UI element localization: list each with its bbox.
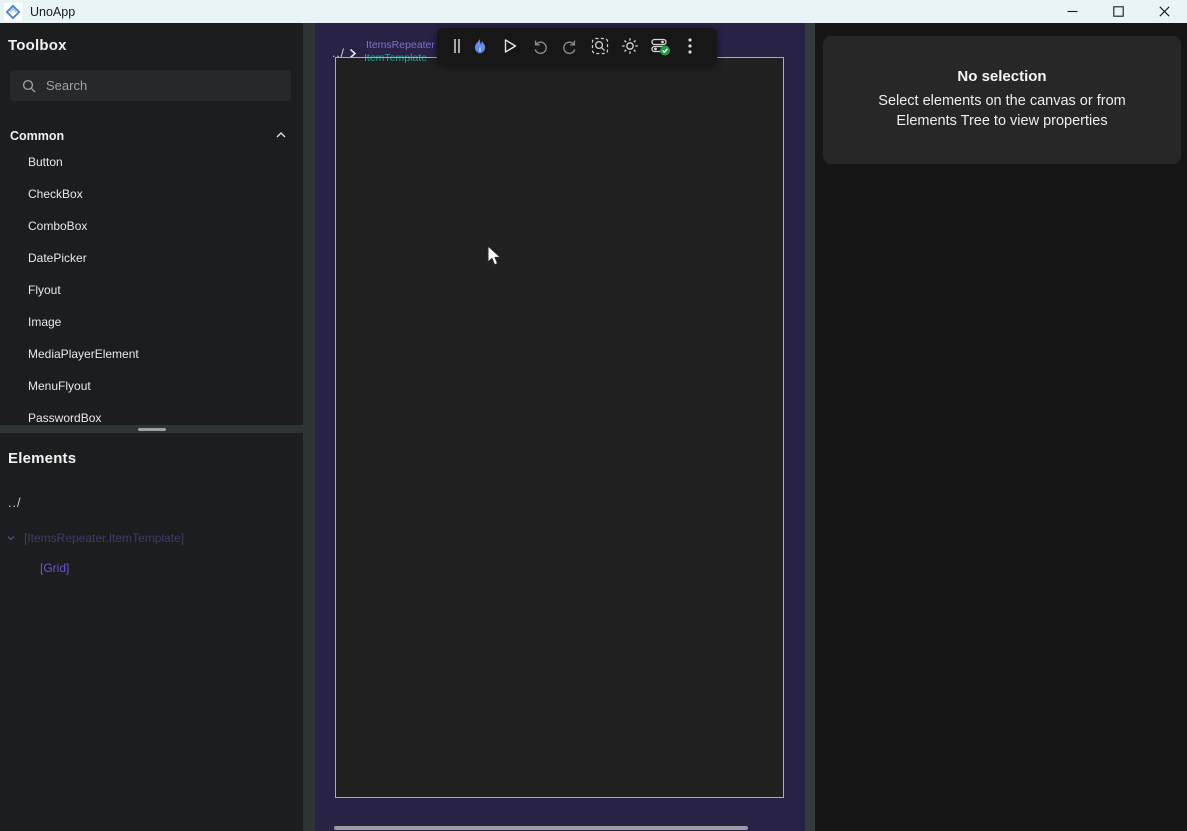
play-button[interactable] [495,28,525,64]
chevron-right-icon [348,48,357,59]
elements-tree-grid[interactable]: [Grid] [40,561,69,575]
toolbar-drag-handle-icon[interactable] [449,28,465,64]
properties-panel: No selection Select elements on the canv… [815,23,1187,831]
toolbox-item-combobox[interactable]: ComboBox [0,210,303,242]
up-level-label: ../ [332,46,345,60]
toolbox-item-image[interactable]: Image [0,306,303,338]
canvas-up-level[interactable]: ../ [332,46,357,60]
chevron-up-icon[interactable] [275,129,287,141]
canvas-horizontal-scrollbar[interactable] [334,826,748,830]
search-icon [22,79,36,93]
section-label: Common [10,129,64,143]
no-selection-message: Select elements on the canvas or from El… [868,91,1136,132]
minimize-button[interactable] [1049,0,1095,23]
toolbox-item-button[interactable]: Button [0,146,303,178]
tree-item-label: [ItemsRepeater.ItemTemplate] [24,531,184,545]
toolbox-item-list: Button CheckBox ComboBox DatePicker Flyo… [0,146,303,434]
settings-applied-icon[interactable] [645,28,675,64]
toolbox-item-flyout[interactable]: Flyout [0,274,303,306]
search-input[interactable] [46,78,283,93]
undo-button[interactable] [525,28,555,64]
no-selection-card: No selection Select elements on the canv… [823,36,1181,164]
window-title: UnoApp [30,5,75,19]
inspect-zoom-icon[interactable] [585,28,615,64]
toolbox-item-datepicker[interactable]: DatePicker [0,242,303,274]
redo-button[interactable] [555,28,585,64]
selection-label-itemtemplate[interactable]: ItemTemplate [364,52,427,64]
chevron-down-icon[interactable] [6,533,16,543]
canvas-vertical-scrollbar[interactable] [805,23,815,831]
title-bar: UnoApp [0,0,1187,23]
toolbox-item-checkbox[interactable]: CheckBox [0,178,303,210]
left-splitter-rail[interactable] [303,23,315,831]
canvas-toolbar [437,28,717,64]
theme-sun-icon[interactable] [615,28,645,64]
more-options-button[interactable] [675,28,705,64]
design-canvas[interactable]: ../ ItemsRepeater ItemTemplate [315,23,805,831]
panel-splitter[interactable] [0,425,303,433]
elements-up-level[interactable]: ../ [8,496,21,510]
uno-logo-icon [4,3,22,21]
elements-heading: Elements [8,450,76,467]
toolbox-item-mediaplayerelement[interactable]: MediaPlayerElement [0,338,303,370]
splitter-handle[interactable] [138,428,166,431]
maximize-button[interactable] [1095,0,1141,23]
elements-tree-root[interactable]: [ItemsRepeater.ItemTemplate] [0,527,303,549]
toolbox-search[interactable] [10,70,291,101]
toolbox-item-menuflyout[interactable]: MenuFlyout [0,370,303,402]
elements-panel: Elements ../ [ItemsRepeater.ItemTemplate… [0,433,303,831]
hot-design-flame-icon[interactable] [465,28,495,64]
app-window: UnoApp Toolbox Common [0,0,1187,831]
toolbox-heading: Toolbox [8,37,67,54]
itemtemplate-element[interactable] [335,57,784,798]
no-selection-title: No selection [823,68,1181,85]
breadcrumb-itemsrepeater[interactable]: ItemsRepeater [366,39,435,51]
close-button[interactable] [1141,0,1187,23]
left-panel: Toolbox Common Button CheckBox ComboBox … [0,23,303,831]
